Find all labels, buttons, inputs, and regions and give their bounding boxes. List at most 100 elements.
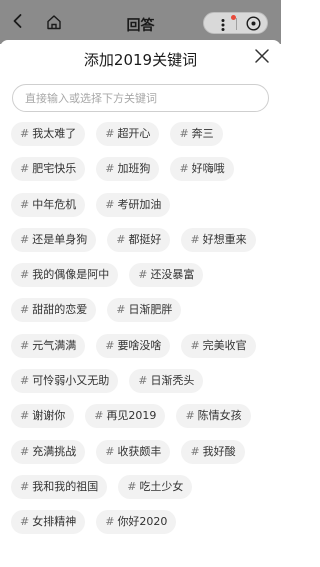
hash-prefix: # bbox=[20, 515, 30, 529]
keyword-tag-label: 收获颇丰 bbox=[117, 444, 162, 458]
keyword-tag-label: 中年危机 bbox=[32, 197, 77, 211]
keyword-tag-list: # 我太难了 # 超开心 # 奔三 # 肥宅快乐 # 加班狗 # 好嗨哦 # 中年危机 # 考研加油 # 还是单身… bbox=[11, 122, 273, 546]
hash-prefix: # bbox=[105, 444, 115, 458]
tag-row: # 甜甜的恋爱 # 日渐肥胖 bbox=[11, 298, 273, 333]
hash-prefix: # bbox=[116, 303, 126, 317]
keyword-tag-label: 可怜弱小又无助 bbox=[32, 374, 110, 388]
mini-program-capsule bbox=[203, 12, 268, 34]
tag-row: # 我的偶像是阿中 # 还没暴富 bbox=[11, 263, 273, 298]
keyword-tag[interactable]: # 加班狗 bbox=[96, 157, 160, 182]
tag-row: # 我太难了 # 超开心 # 奔三 bbox=[11, 122, 273, 157]
keyword-tag[interactable]: # 元气满满 bbox=[11, 333, 86, 358]
keyword-tag-label: 我的偶像是阿中 bbox=[32, 268, 110, 282]
keyword-tag[interactable]: # 中年危机 bbox=[11, 192, 86, 217]
hash-prefix: # bbox=[185, 409, 195, 423]
keyword-tag-label: 好嗨哦 bbox=[191, 162, 225, 176]
hash-prefix: # bbox=[20, 197, 30, 211]
keyword-tag[interactable]: # 都挺好 bbox=[107, 227, 171, 252]
keyword-tag-label: 都挺好 bbox=[128, 232, 162, 246]
keyword-tag-label: 还是单身狗 bbox=[32, 232, 88, 246]
hash-prefix: # bbox=[105, 162, 115, 176]
keyword-tag[interactable]: # 我好酸 bbox=[181, 439, 245, 464]
keyword-tag[interactable]: # 日渐肥胖 bbox=[107, 298, 182, 323]
keyword-tag[interactable]: # 女排精神 bbox=[11, 510, 86, 535]
keyword-tag-label: 超开心 bbox=[117, 127, 151, 140]
keyword-tag[interactable]: # 充满挑战 bbox=[11, 439, 86, 464]
keyword-tag-label: 女排精神 bbox=[32, 515, 77, 529]
hash-prefix: # bbox=[20, 338, 30, 352]
keyword-tag-label: 日渐秃头 bbox=[150, 374, 195, 388]
keyword-tag[interactable]: # 还是单身狗 bbox=[11, 227, 97, 252]
hash-prefix: # bbox=[138, 268, 148, 282]
hash-prefix: # bbox=[20, 409, 30, 423]
keyword-tag-label: 考研加油 bbox=[117, 197, 162, 211]
keyword-tag[interactable]: # 可怜弱小又无助 bbox=[11, 369, 119, 394]
keyword-tag[interactable]: # 陈情女孩 bbox=[176, 404, 251, 429]
keyword-tag[interactable]: # 再见2019 bbox=[85, 404, 166, 429]
keyword-tag[interactable]: # 超开心 bbox=[96, 122, 160, 146]
keyword-tag-label: 完美收官 bbox=[202, 338, 247, 352]
tag-row: # 充满挑战 # 收获颇丰 # 我好酸 bbox=[11, 439, 273, 475]
keyword-tag[interactable]: # 吃土少女 bbox=[118, 474, 193, 499]
close-icon[interactable] bbox=[254, 48, 270, 64]
more-icon[interactable] bbox=[218, 17, 228, 31]
keyword-search-input[interactable] bbox=[12, 84, 269, 112]
keyword-tag-label: 陈情女孩 bbox=[197, 409, 242, 423]
keyword-tag[interactable]: # 我的偶像是阿中 bbox=[11, 263, 119, 288]
hash-prefix: # bbox=[20, 162, 30, 176]
keyword-tag-label: 充满挑战 bbox=[32, 444, 77, 458]
tag-row: # 肥宅快乐 # 加班狗 # 好嗨哦 bbox=[11, 157, 273, 192]
keyword-tag[interactable]: # 谢谢你 bbox=[11, 404, 75, 429]
tag-row: # 我和我的祖国 # 吃土少女 bbox=[11, 474, 273, 510]
keyword-tag[interactable]: # 好嗨哦 bbox=[170, 157, 234, 182]
keyword-tag[interactable]: # 完美收官 bbox=[181, 333, 256, 358]
keyword-tag[interactable]: # 我和我的祖国 bbox=[11, 474, 108, 499]
keyword-tag[interactable]: # 考研加油 bbox=[96, 192, 171, 217]
capsule-divider bbox=[236, 18, 237, 30]
tag-row: # 元气满满 # 要啥没啥 # 完美收官 bbox=[11, 333, 273, 369]
keyword-tag-label: 再见2019 bbox=[106, 409, 157, 423]
keyword-tag-label: 元气满满 bbox=[32, 338, 77, 352]
keyword-tag-label: 谢谢你 bbox=[32, 409, 66, 423]
hash-prefix: # bbox=[190, 444, 200, 458]
tag-row: # 中年危机 # 考研加油 bbox=[11, 192, 273, 228]
hash-prefix: # bbox=[20, 127, 30, 140]
hash-prefix: # bbox=[138, 374, 148, 388]
keyword-tag[interactable]: # 甜甜的恋爱 bbox=[11, 298, 97, 323]
close-circle-icon[interactable] bbox=[246, 16, 261, 31]
keyword-tag[interactable]: # 好想重来 bbox=[181, 227, 256, 252]
keyword-tag-label: 甜甜的恋爱 bbox=[32, 303, 88, 317]
keyword-tag[interactable]: # 奔三 bbox=[170, 122, 223, 146]
keyword-tag[interactable]: # 日渐秃头 bbox=[129, 369, 204, 394]
hash-prefix: # bbox=[190, 338, 200, 352]
keyword-tag-label: 奔三 bbox=[191, 127, 214, 140]
keyword-tag-label: 你好2020 bbox=[117, 515, 168, 529]
tag-row: # 女排精神 # 你好2020 bbox=[11, 510, 273, 545]
hash-prefix: # bbox=[20, 444, 30, 458]
keyword-tag-label: 好想重来 bbox=[202, 232, 247, 246]
keyword-tag-label: 我和我的祖国 bbox=[32, 479, 99, 493]
keyword-tag-label: 肥宅快乐 bbox=[32, 162, 77, 176]
keyword-sheet: 添加2019关键词 #我太难了#超开心#奔三#肥宅快乐#加班狗#好嗨哦#中年危机… bbox=[0, 40, 281, 567]
sheet-title: 添加2019关键词 bbox=[83, 51, 198, 69]
top-navigation-bar: 回答 bbox=[0, 0, 281, 44]
keyword-tag[interactable]: # 我太难了 bbox=[11, 122, 86, 146]
hash-prefix: # bbox=[20, 268, 30, 282]
keyword-tag[interactable]: # 要啥没啥 bbox=[96, 333, 171, 358]
tag-row: # 可怜弱小又无助 # 日渐秃头 bbox=[11, 369, 273, 404]
hash-prefix: # bbox=[190, 232, 200, 246]
keyword-tag[interactable]: # 收获颇丰 bbox=[96, 439, 171, 464]
keyword-tag[interactable]: # 肥宅快乐 bbox=[11, 157, 86, 182]
hash-prefix: # bbox=[179, 162, 189, 176]
hash-prefix: # bbox=[105, 127, 115, 140]
hash-prefix: # bbox=[20, 232, 30, 246]
hash-prefix: # bbox=[20, 374, 30, 388]
hash-prefix: # bbox=[116, 232, 126, 246]
keyword-tag[interactable]: # 你好2020 bbox=[96, 510, 177, 535]
hash-prefix: # bbox=[105, 515, 115, 529]
keyword-tag[interactable]: # 还没暴富 bbox=[129, 263, 204, 288]
keyword-tag-label: 日渐肥胖 bbox=[128, 303, 173, 317]
keyword-tag-label: 还没暴富 bbox=[150, 268, 195, 282]
hash-prefix: # bbox=[127, 479, 137, 493]
hash-prefix: # bbox=[94, 409, 104, 423]
